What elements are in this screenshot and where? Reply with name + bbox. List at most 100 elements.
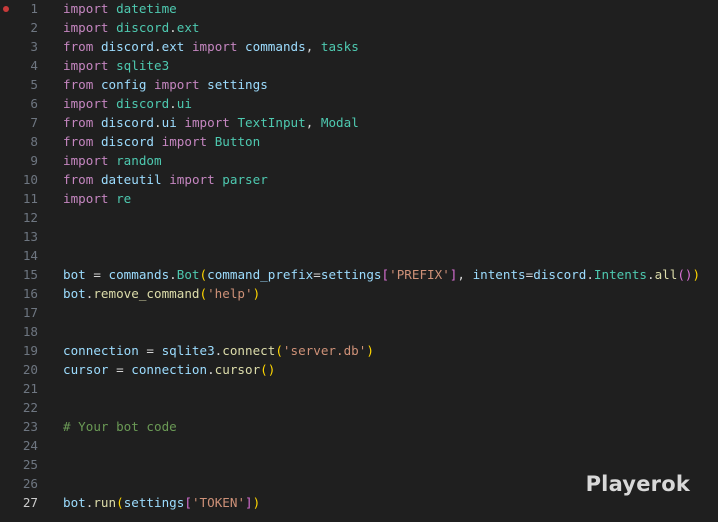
code-token: tasks — [320, 39, 359, 54]
code-line[interactable]: 4 import sqlite3 — [0, 56, 718, 75]
code-line[interactable]: 11 import re — [0, 189, 718, 208]
code-token: cursor — [63, 362, 109, 377]
code-token: dateutil — [100, 172, 162, 187]
code-line[interactable]: 14 — [0, 246, 718, 265]
code-line[interactable]: 8 from discord import Button — [0, 132, 718, 151]
code-line[interactable]: 24 — [0, 436, 718, 455]
line-number: 24 — [22, 438, 38, 453]
code-line[interactable]: 22 — [0, 398, 718, 417]
code-token: discord — [116, 20, 170, 35]
code-token: import — [191, 39, 238, 54]
code-token: ( — [116, 495, 124, 510]
code-text: import re — [63, 189, 131, 208]
code-token: config — [100, 77, 147, 92]
code-text: from discord.ext import commands, tasks — [63, 37, 359, 56]
code-text: # Your bot code — [63, 417, 177, 436]
code-token: import — [63, 153, 109, 168]
code-token: import — [184, 115, 230, 130]
code-token: import — [154, 77, 200, 92]
code-line[interactable]: 5 from config import settings — [0, 75, 718, 94]
code-token: all — [654, 267, 678, 282]
code-token: connection — [131, 362, 208, 377]
line-number: 7 — [30, 115, 38, 130]
code-token: ) — [366, 343, 374, 358]
code-token: commands — [108, 267, 170, 282]
code-token: . — [646, 267, 655, 282]
code-token: Modal — [320, 115, 359, 130]
watermark-logo: Playerok — [585, 472, 690, 496]
code-line[interactable]: 7 from discord.ui import TextInput, Modal — [0, 113, 718, 132]
line-number: 21 — [22, 381, 38, 396]
code-token: TextInput — [237, 115, 306, 130]
code-text: bot.remove_command('help') — [63, 284, 260, 303]
code-token: Button — [214, 134, 261, 149]
code-token: cursor — [214, 362, 261, 377]
code-line[interactable]: 1 import datetime — [0, 0, 718, 18]
code-token: import — [63, 20, 109, 35]
code-token: . — [207, 362, 215, 377]
code-line[interactable]: 10 from dateutil import parser — [0, 170, 718, 189]
code-token: sqlite3 — [161, 343, 215, 358]
code-token: import — [63, 58, 109, 73]
code-token: settings — [207, 77, 268, 92]
line-number: 17 — [22, 305, 38, 320]
code-text: import random — [63, 151, 162, 170]
code-token: 'PREFIX' — [389, 267, 450, 282]
code-line[interactable]: 15 bot = commands.Bot(command_prefix=sett… — [0, 265, 718, 284]
code-token: sqlite3 — [116, 58, 170, 73]
code-token: 'help' — [207, 286, 253, 301]
code-line[interactable]: 13 — [0, 227, 718, 246]
code-token: () — [260, 362, 276, 377]
code-line[interactable]: 3 from discord.ext import commands, tasks — [0, 37, 718, 56]
code-line[interactable]: 23 # Your bot code — [0, 417, 718, 436]
code-line[interactable]: 6 import discord.ui — [0, 94, 718, 113]
code-line[interactable]: 20 cursor = connection.cursor() — [0, 360, 718, 379]
line-number: 11 — [22, 191, 38, 206]
line-number: 4 — [30, 58, 38, 73]
code-line[interactable]: 9 import random — [0, 151, 718, 170]
code-token: connection — [63, 343, 139, 358]
code-token: discord — [100, 134, 155, 149]
code-text: import discord.ext — [63, 18, 200, 37]
code-token: import — [63, 1, 109, 16]
code-line[interactable]: 21 — [0, 379, 718, 398]
code-token: . — [154, 39, 162, 54]
line-number: 14 — [22, 248, 38, 263]
code-token: discord — [533, 267, 587, 282]
code-editor[interactable]: 1 import datetime 2 import discord.ext 3 from… — [0, 0, 718, 522]
code-line[interactable]: 16 bot.remove_command('help') — [0, 284, 718, 303]
line-number: 10 — [22, 172, 38, 187]
code-token: [ — [184, 495, 192, 510]
code-token: from — [63, 77, 94, 92]
code-token: bot — [63, 286, 86, 301]
line-number: 20 — [22, 362, 38, 377]
code-token: discord — [116, 96, 170, 111]
code-token: datetime — [116, 1, 177, 16]
code-token: bot — [63, 267, 86, 282]
code-token: import — [169, 172, 215, 187]
code-text: bot = commands.Bot(command_prefix=settin… — [63, 265, 700, 284]
code-text: bot.run(settings['TOKEN']) — [63, 493, 260, 512]
code-token: from — [63, 39, 94, 54]
code-line[interactable]: 18 — [0, 322, 718, 341]
code-line[interactable]: 12 — [0, 208, 718, 227]
code-line[interactable]: 17 — [0, 303, 718, 322]
code-line[interactable]: 19 connection = sqlite3.connect('server.d… — [0, 341, 718, 360]
code-line[interactable]: 2 import discord.ext — [0, 18, 718, 37]
line-number: 13 — [22, 229, 38, 244]
code-token: , — [305, 115, 321, 130]
code-token: run — [93, 495, 117, 510]
code-token: Intents — [593, 267, 647, 282]
code-text: import sqlite3 — [63, 56, 169, 75]
code-token: ext — [176, 20, 200, 35]
code-token: . — [169, 96, 177, 111]
